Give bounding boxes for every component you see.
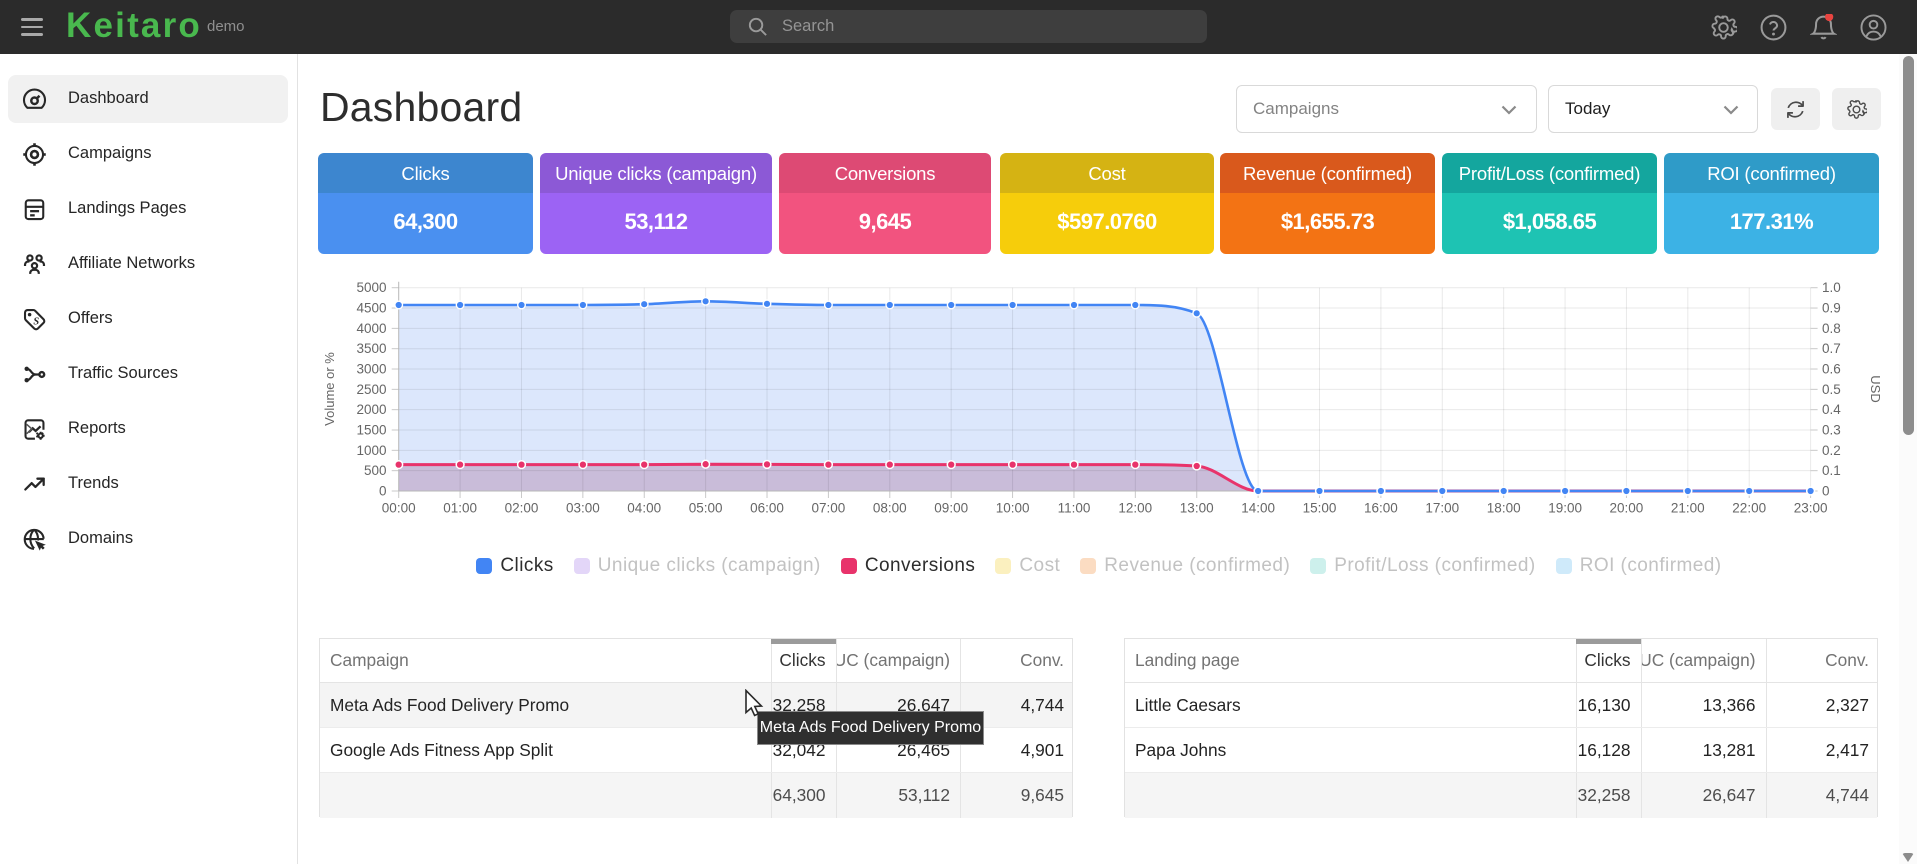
svg-text:4000: 4000 [356,321,386,336]
svg-text:1000: 1000 [356,443,386,458]
svg-text:05:00: 05:00 [689,501,723,516]
svg-text:0.1: 0.1 [1822,463,1841,478]
svg-text:0.9: 0.9 [1822,301,1841,316]
svg-text:0: 0 [1822,484,1830,499]
svg-text:23:00: 23:00 [1794,501,1828,516]
svg-text:3000: 3000 [356,362,386,377]
svg-text:0.2: 0.2 [1822,443,1841,458]
svg-text:1500: 1500 [356,423,386,438]
svg-text:2000: 2000 [356,402,386,417]
svg-text:2500: 2500 [356,382,386,397]
svg-text:0.5: 0.5 [1822,382,1841,397]
svg-text:16:00: 16:00 [1364,501,1398,516]
svg-text:02:00: 02:00 [505,501,539,516]
svg-text:22:00: 22:00 [1732,501,1766,516]
svg-text:19:00: 19:00 [1548,501,1582,516]
svg-text:04:00: 04:00 [627,501,661,516]
svg-text:USD: USD [1868,375,1883,402]
svg-text:3500: 3500 [356,341,386,356]
svg-text:10:00: 10:00 [996,501,1030,516]
svg-text:1.0: 1.0 [1822,280,1841,295]
svg-text:500: 500 [364,463,387,478]
svg-text:01:00: 01:00 [443,501,477,516]
svg-text:00:00: 00:00 [382,501,416,516]
svg-text:20:00: 20:00 [1610,501,1644,516]
svg-text:06:00: 06:00 [750,501,784,516]
svg-text:0.8: 0.8 [1822,321,1841,336]
svg-text:0.7: 0.7 [1822,341,1841,356]
svg-text:0.4: 0.4 [1822,402,1841,417]
svg-text:4500: 4500 [356,301,386,316]
svg-text:09:00: 09:00 [934,501,968,516]
svg-text:13:00: 13:00 [1180,501,1214,516]
svg-text:03:00: 03:00 [566,501,600,516]
svg-text:0.6: 0.6 [1822,362,1841,377]
svg-text:0: 0 [379,484,387,499]
svg-text:Volume or %: Volume or % [322,352,337,426]
svg-text:08:00: 08:00 [873,501,907,516]
svg-text:07:00: 07:00 [812,501,846,516]
svg-text:5000: 5000 [356,280,386,295]
svg-text:11:00: 11:00 [1058,501,1091,516]
svg-text:0.3: 0.3 [1822,423,1841,438]
svg-text:21:00: 21:00 [1671,501,1705,516]
svg-text:12:00: 12:00 [1118,501,1152,516]
svg-text:18:00: 18:00 [1487,501,1521,516]
svg-text:14:00: 14:00 [1241,501,1275,516]
svg-text:15:00: 15:00 [1303,501,1337,516]
svg-text:17:00: 17:00 [1425,501,1459,516]
